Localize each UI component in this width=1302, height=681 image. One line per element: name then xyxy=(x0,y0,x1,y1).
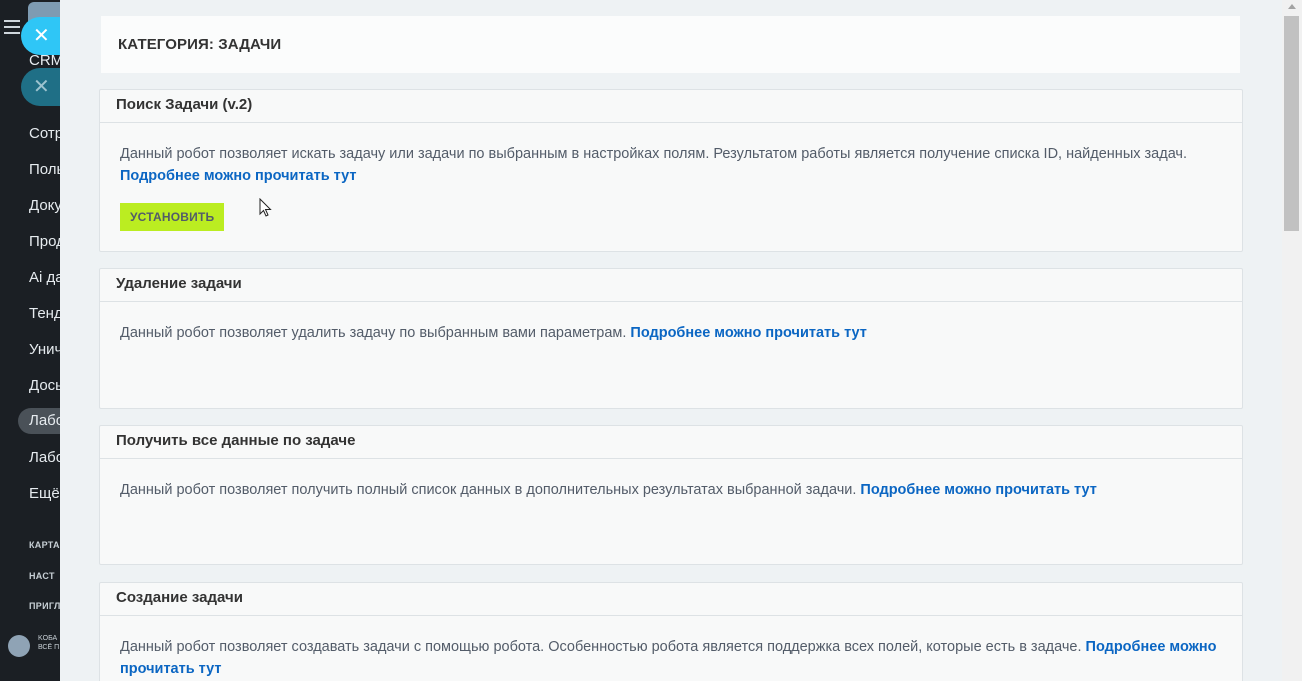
sidebar-item[interactable]: Ai да xyxy=(29,269,60,286)
robot-card-title: Удаление задачи xyxy=(116,275,242,292)
robot-card-header: Удаление задачи xyxy=(100,269,1242,302)
sidebar-item[interactable]: Сотр xyxy=(29,125,60,142)
robot-card-title: Создание задачи xyxy=(116,589,243,606)
robot-description: Данный робот позволяет удалить задачу по… xyxy=(120,325,627,341)
category-header: КАТЕГОРИЯ: ЗАДАЧИ xyxy=(101,16,1240,73)
read-more-link[interactable]: Подробнее можно прочитать тут xyxy=(860,482,1096,498)
close-slider-button[interactable]: ✕ xyxy=(21,17,65,55)
sidebar-section[interactable]: ПРИГЛ xyxy=(29,601,60,611)
robot-card-title: Поиск Задачи (v.2) xyxy=(116,96,253,113)
sidebar-item[interactable]: Дось xyxy=(29,377,60,394)
sidebar-item[interactable]: Тенд xyxy=(29,305,60,322)
robot-card-title: Получить все данные по задаче xyxy=(116,432,356,449)
robot-card-body: Данный робот позволяет удалить задачу по… xyxy=(100,302,1242,344)
secondary-close-button[interactable]: ✕ xyxy=(21,68,65,106)
sidebar-item-active[interactable]: Лабо xyxy=(18,408,60,434)
sidebar-item[interactable]: Ещё xyxy=(29,485,60,502)
close-icon: ✕ xyxy=(33,25,50,47)
robot-card-body: Данный робот позволяет получить полный с… xyxy=(100,459,1242,501)
logo-line-1: KOБА xyxy=(38,635,58,642)
read-more-link[interactable]: Подробнее можно прочитать тут xyxy=(120,168,356,184)
robot-card: Удаление задачи Данный робот позволяет у… xyxy=(99,268,1243,409)
robot-card-body: Данный робот позволяет создавать задачи … xyxy=(100,616,1242,680)
company-logo-text: KOБА ВСЁ П xyxy=(38,634,59,652)
close-icon: ✕ xyxy=(33,76,50,98)
sidebar-item[interactable]: Лабо xyxy=(29,449,60,466)
page-title: КАТЕГОРИЯ: ЗАДАЧИ xyxy=(118,36,282,53)
vertical-scrollbar[interactable] xyxy=(1282,0,1302,681)
robot-card: Получить все данные по задаче Данный роб… xyxy=(99,425,1243,565)
robots-slider-panel: КАТЕГОРИЯ: ЗАДАЧИ Поиск Задачи (v.2) Дан… xyxy=(60,0,1282,681)
robot-description: Данный робот позволяет получить полный с… xyxy=(120,482,857,498)
sidebar-item[interactable]: Прод xyxy=(29,233,60,250)
robot-card-header: Получить все данные по задаче xyxy=(100,426,1242,459)
scroll-up-arrow-icon[interactable] xyxy=(1288,4,1296,9)
sidebar-section[interactable]: НАСТ xyxy=(29,571,55,581)
menu-icon[interactable] xyxy=(4,20,20,38)
install-button[interactable]: УСТАНОВИТЬ xyxy=(120,203,225,231)
sidebar-section[interactable]: КАРТА xyxy=(29,540,60,550)
read-more-link[interactable]: Подробнее можно прочитать тут xyxy=(630,325,866,341)
robot-description: Данный робот позволяет искать задачу или… xyxy=(120,146,1188,162)
mouse-cursor-icon xyxy=(259,198,272,217)
robot-card: Создание задачи Данный робот позволяет с… xyxy=(99,582,1243,681)
sidebar-item[interactable]: Доку xyxy=(29,197,60,214)
sidebar-item[interactable]: Поль xyxy=(29,161,60,178)
scrollbar-thumb[interactable] xyxy=(1284,16,1299,231)
robot-card-header: Поиск Задачи (v.2) xyxy=(100,90,1242,123)
company-logo-icon xyxy=(8,635,30,657)
robot-description: Данный робот позволяет создавать задачи … xyxy=(120,639,1082,655)
sidebar-item[interactable]: Унич xyxy=(29,341,60,358)
logo-line-2: ВСЁ П xyxy=(38,644,60,651)
robot-card-header: Создание задачи xyxy=(100,583,1242,616)
robot-card: Поиск Задачи (v.2) Данный робот позволяе… xyxy=(99,89,1243,252)
